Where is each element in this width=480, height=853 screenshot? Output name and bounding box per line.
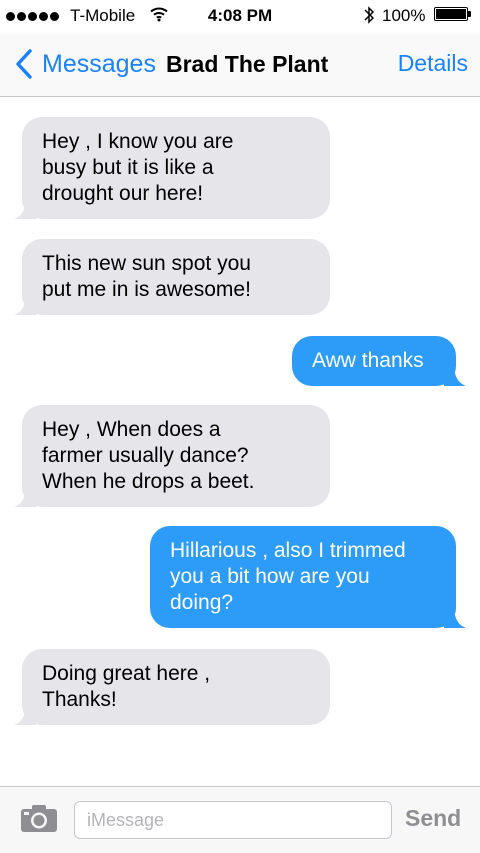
message-text: Aww thanks <box>312 349 424 372</box>
message-bubble-incoming: Hey , I know you are busy but it is like… <box>14 117 330 219</box>
bubble-tail <box>14 703 36 725</box>
message-bubble-outgoing: Hillarious , also I trimmed you a bit ho… <box>150 526 466 628</box>
bubble-tail <box>14 485 36 507</box>
status-bar: T-Mobile 4:08 PM 100% <box>0 0 480 34</box>
navigation-bar: Messages Brad The Plant Details <box>0 34 480 97</box>
message-text: Hey , I know you are busy but it is like… <box>42 130 234 205</box>
battery-percent: 100% <box>382 6 426 25</box>
message-input[interactable] <box>74 801 392 839</box>
message-input-bar: Send <box>0 786 480 853</box>
message-text: Doing great here , Thanks! <box>42 662 211 711</box>
bubble-tail <box>444 364 466 386</box>
back-button[interactable]: Messages <box>10 46 156 82</box>
message-bubble-incoming: This new sun spot you put me in is aweso… <box>14 239 330 315</box>
battery-nub <box>468 11 471 17</box>
send-button[interactable]: Send <box>405 805 461 832</box>
details-button[interactable]: Details <box>398 50 468 77</box>
message-text: Hey , When does a farmer usually dance? … <box>42 418 255 493</box>
message-text: This new sun spot you put me in is aweso… <box>42 252 251 301</box>
message-bubble-incoming: Hey , When does a farmer usually dance? … <box>14 405 330 507</box>
bubble-tail <box>14 197 36 219</box>
conversation-title: Brad The Plant <box>166 51 329 77</box>
chevron-left-icon <box>16 49 32 79</box>
bubble-tail <box>14 293 36 315</box>
message-bubble-incoming: Doing great here , Thanks! <box>14 649 330 725</box>
message-bubble-outgoing: Aww thanks <box>292 336 466 386</box>
camera-icon[interactable] <box>20 803 58 833</box>
message-text: Hillarious , also I trimmed you a bit ho… <box>170 539 406 614</box>
bluetooth-icon <box>364 6 375 24</box>
back-label: Messages <box>42 49 156 78</box>
bubble-tail <box>444 606 466 628</box>
battery-icon <box>434 7 468 21</box>
